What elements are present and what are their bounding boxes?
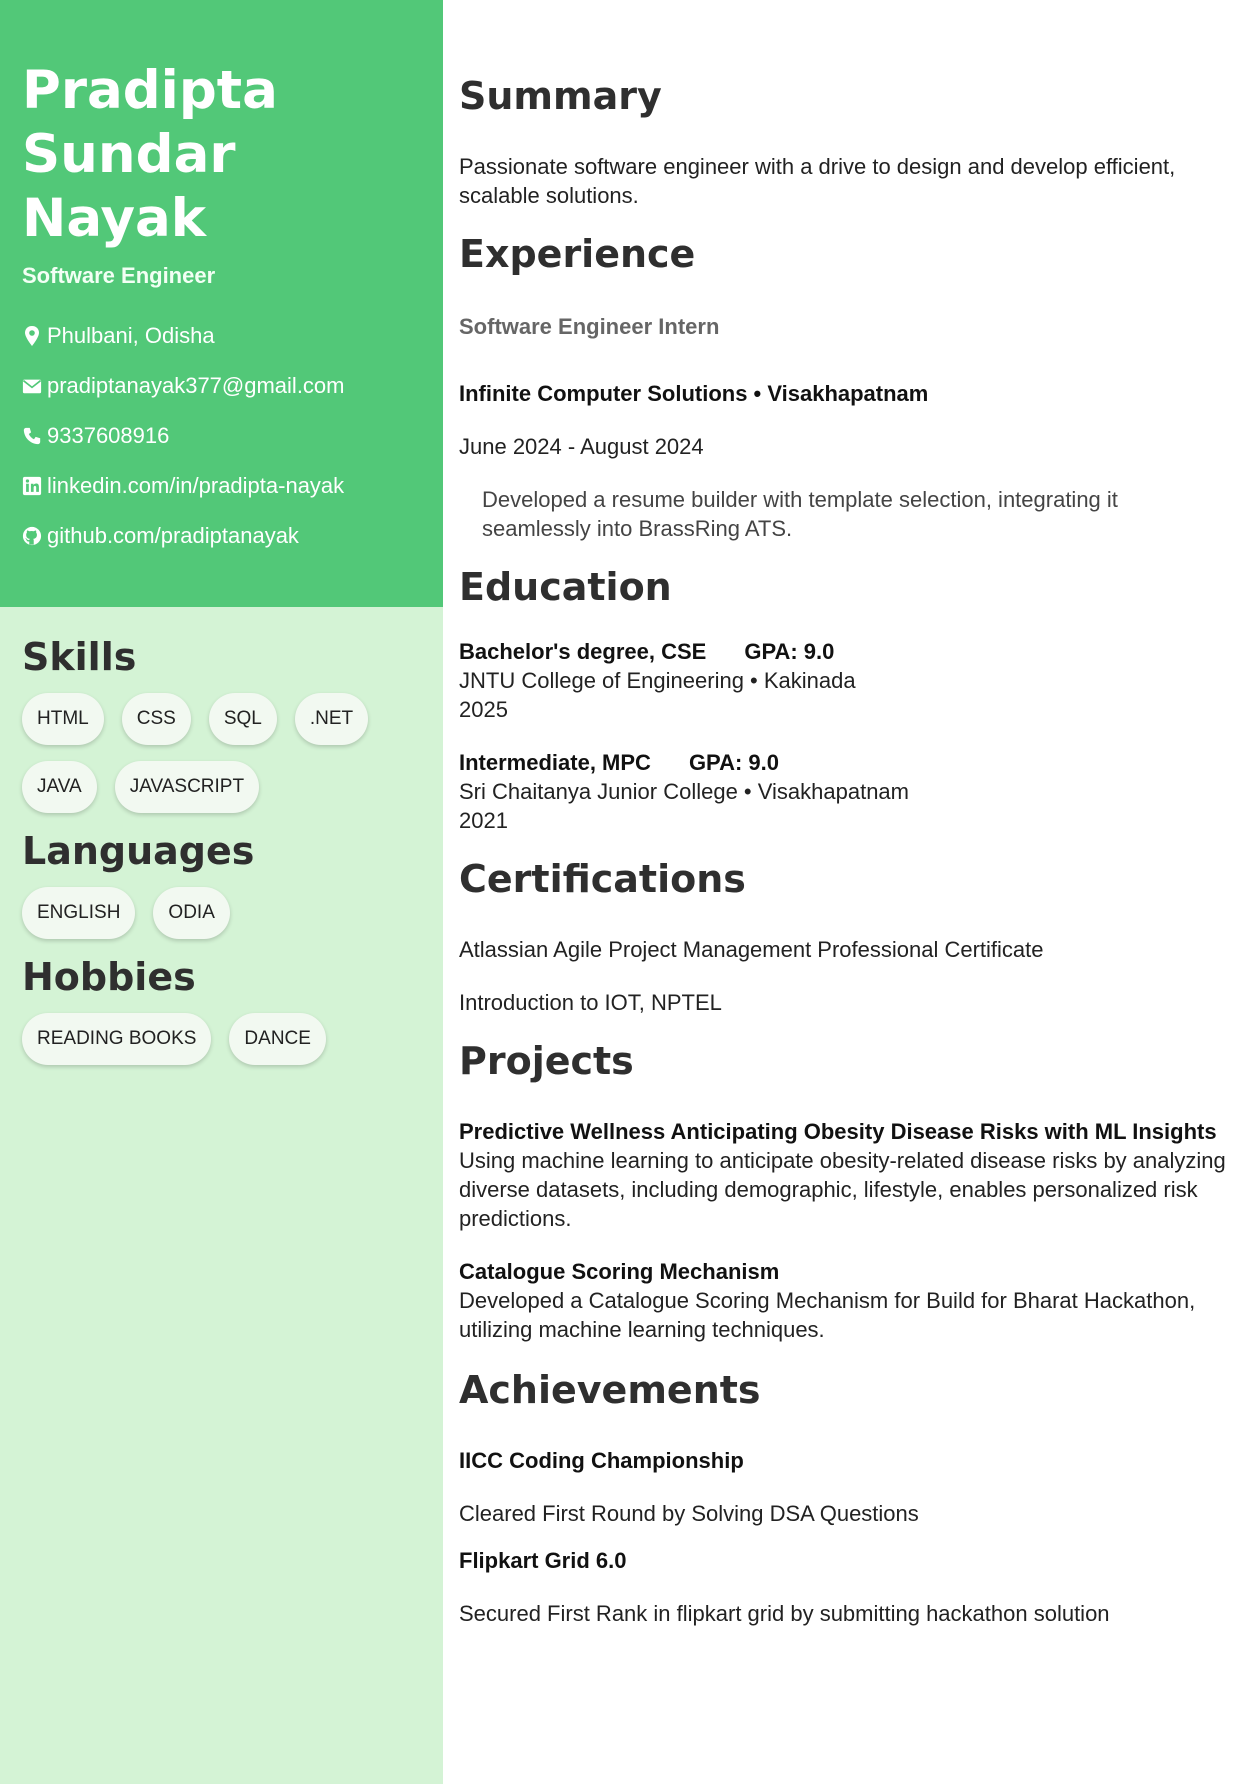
project-item: Catalogue Scoring Mechanism Developed a … (459, 1257, 1229, 1344)
summary-text: Passionate software engineer with a driv… (459, 154, 1176, 208)
location-text: Phulbani, Odisha (47, 323, 215, 348)
education-year: 2025 (459, 697, 508, 722)
education-item: Bachelor's degree, CSE GPA: 9.0 JNTU Coll… (459, 637, 1229, 724)
contact-linkedin[interactable]: linkedin.com/in/pradipta-nayak (22, 461, 421, 511)
achievement-title: Flipkart Grid 6.0 (459, 1548, 627, 1573)
experience-heading: Experience (459, 232, 696, 276)
language-pill: ODIA (153, 887, 230, 939)
skills-list: HTML CSS SQL .NET JAVA JAVASCRIPT (22, 693, 421, 829)
projects-section: Projects Predictive Wellness Anticipatin… (459, 1039, 1229, 1344)
achievements-section: Achievements IICC Coding Championship Cl… (459, 1368, 1229, 1628)
map-pin-icon (25, 326, 39, 346)
experience-section: Experience Software Engineer Intern Infi… (459, 232, 1229, 543)
project-item: Predictive Wellness Anticipating Obesity… (459, 1117, 1229, 1233)
achievement-title: IICC Coding Championship (459, 1448, 744, 1473)
main-content: Summary Passionate software engineer wit… (459, 0, 1229, 1628)
education-degree-line: Intermediate, MPC GPA: 9.0 (459, 748, 1229, 777)
project-title: Predictive Wellness Anticipating Obesity… (459, 1119, 1217, 1144)
skill-pill: CSS (121, 693, 191, 745)
linkedin-link[interactable]: linkedin.com/in/pradipta-nayak (47, 473, 344, 499)
experience-description: Developed a resume builder with template… (482, 487, 1118, 541)
skill-pill: JAVASCRIPT (114, 761, 260, 813)
projects-heading: Projects (459, 1039, 634, 1083)
name-line: Pradipta (22, 60, 278, 121)
phone-link[interactable]: 9337608916 (47, 423, 169, 449)
person-name: Pradipta Sundar Nayak (22, 59, 421, 251)
contact-location: Phulbani, Odisha (22, 311, 421, 361)
github-icon (22, 526, 42, 546)
job-title: Software Engineer (22, 263, 216, 288)
languages-list: ENGLISH ODIA (22, 887, 421, 955)
linkedin-icon (22, 476, 42, 496)
skill-pill: JAVA (22, 761, 97, 813)
contact-list: Phulbani, Odisha pradiptanayak377@gmail.… (22, 311, 421, 561)
education-gpa: GPA: 9.0 (688, 750, 779, 775)
contact-phone[interactable]: 9337608916 (22, 411, 421, 461)
education-school: Sri Chaitanya Junior College • Visakhapa… (459, 779, 909, 804)
sidebar-lists: Skills HTML CSS SQL .NET JAVA JAVASCRIPT… (0, 607, 443, 1081)
summary-heading: Summary (459, 74, 662, 118)
achievement-description: Cleared First Round by Solving DSA Quest… (459, 1501, 919, 1526)
email-link[interactable]: pradiptanayak377@gmail.com (47, 373, 345, 399)
experience-dates: June 2024 - August 2024 (459, 434, 704, 459)
hobbies-list: READING BOOKS DANCE (22, 1013, 421, 1081)
github-link[interactable]: github.com/pradiptanayak (47, 523, 299, 549)
hobbies-heading: Hobbies (22, 955, 196, 999)
experience-role: Software Engineer Intern (459, 314, 720, 339)
certifications-heading: Certifications (459, 857, 746, 901)
education-section: Education Bachelor's degree, CSE GPA: 9.0… (459, 565, 1229, 835)
certification-item: Introduction to IOT, NPTEL (459, 990, 722, 1015)
name-line: Sundar (22, 124, 236, 185)
language-pill: ENGLISH (22, 887, 136, 939)
education-degree: Bachelor's degree, CSE (459, 639, 707, 664)
skill-pill: HTML (22, 693, 104, 745)
education-school: JNTU College of Engineering • Kakinada (459, 668, 856, 693)
hobby-pill: READING BOOKS (22, 1013, 212, 1065)
experience-company: Infinite Computer Solutions • Visakhapat… (459, 381, 929, 406)
profile-header: Pradipta Sundar Nayak Software Engineer … (0, 0, 443, 607)
contact-email[interactable]: pradiptanayak377@gmail.com (22, 361, 421, 411)
education-degree: Intermediate, MPC (459, 750, 651, 775)
project-title: Catalogue Scoring Mechanism (459, 1259, 780, 1284)
languages-heading: Languages (22, 829, 255, 873)
education-heading: Education (459, 565, 672, 609)
hobby-pill: DANCE (229, 1013, 326, 1065)
education-degree-line: Bachelor's degree, CSE GPA: 9.0 (459, 637, 1229, 666)
education-item: Intermediate, MPC GPA: 9.0 Sri Chaitanya … (459, 748, 1229, 835)
education-gpa: GPA: 9.0 (744, 639, 835, 664)
summary-section: Summary Passionate software engineer wit… (459, 74, 1229, 210)
sidebar: Pradipta Sundar Nayak Software Engineer … (0, 0, 443, 1784)
skills-heading: Skills (22, 635, 137, 679)
phone-icon (23, 427, 41, 445)
contact-github[interactable]: github.com/pradiptanayak (22, 511, 421, 561)
certification-item: Atlassian Agile Project Management Profe… (459, 937, 1044, 962)
certifications-section: Certifications Atlassian Agile Project M… (459, 857, 1229, 1017)
achievement-description: Secured First Rank in flipkart grid by s… (459, 1601, 1110, 1626)
name-line: Nayak (22, 188, 207, 249)
project-description: Developed a Catalogue Scoring Mechanism … (459, 1288, 1196, 1342)
achievements-heading: Achievements (459, 1368, 761, 1412)
education-year: 2021 (459, 808, 508, 833)
skill-pill: .NET (294, 693, 369, 745)
project-description: Using machine learning to anticipate obe… (459, 1148, 1226, 1231)
envelope-icon (22, 379, 42, 394)
skill-pill: SQL (208, 693, 277, 745)
